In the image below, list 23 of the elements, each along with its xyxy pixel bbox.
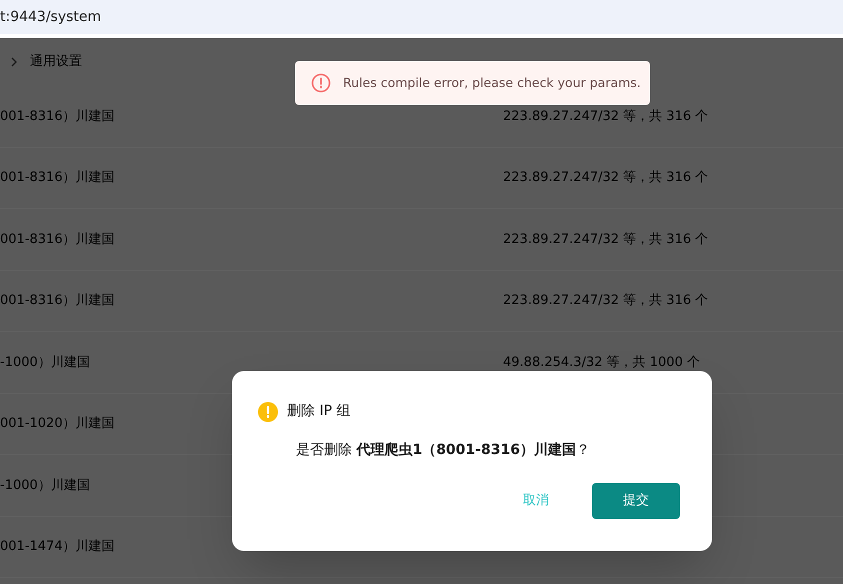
table-cell-text: 001-8316）川建国 [0, 108, 115, 126]
table-cell-text: 001-8316）川建国 [0, 292, 115, 310]
alert-circle-icon [311, 73, 331, 93]
table-cell-text: 001-1474）川建国 [0, 538, 115, 556]
table-cell-text: 49.88.254.3/32 等，共 1000 个 [503, 354, 700, 372]
dialog-title: 删除 IP 组 [287, 402, 350, 421]
table-cell-text: 001-8316）川建国 [0, 230, 115, 248]
table-cell-text: -1000）川建国 [0, 476, 90, 494]
breadcrumb-item[interactable]: 通用设置 [30, 52, 82, 72]
toast-message: Rules compile error, please check your params. [343, 74, 641, 92]
table-cell-text: 223.89.27.247/32 等，共 316 个 [503, 169, 708, 187]
table-cell-text: 001-1020）川建国 [0, 415, 115, 433]
table-cell-text: 001-8316）川建国 [0, 169, 115, 187]
table-cell-text: 223.89.27.247/32 等，共 316 个 [503, 230, 708, 248]
cancel-button[interactable]: 取消 [496, 483, 576, 519]
chevron-right-icon [10, 56, 18, 68]
table-cell-text: 223.89.27.247/32 等，共 316 个 [503, 108, 708, 126]
table-cell-text: -1000）川建国 [0, 354, 90, 372]
warning-icon [258, 402, 278, 422]
dialog-message: 是否删除 代理爬虫1（8001-8316）川建国？ [296, 441, 591, 460]
table-cell-text: 223.89.27.247/32 等，共 316 个 [503, 292, 708, 310]
submit-button[interactable]: 提交 [592, 483, 680, 519]
address-bar[interactable]: t:9443/system [0, 0, 843, 34]
